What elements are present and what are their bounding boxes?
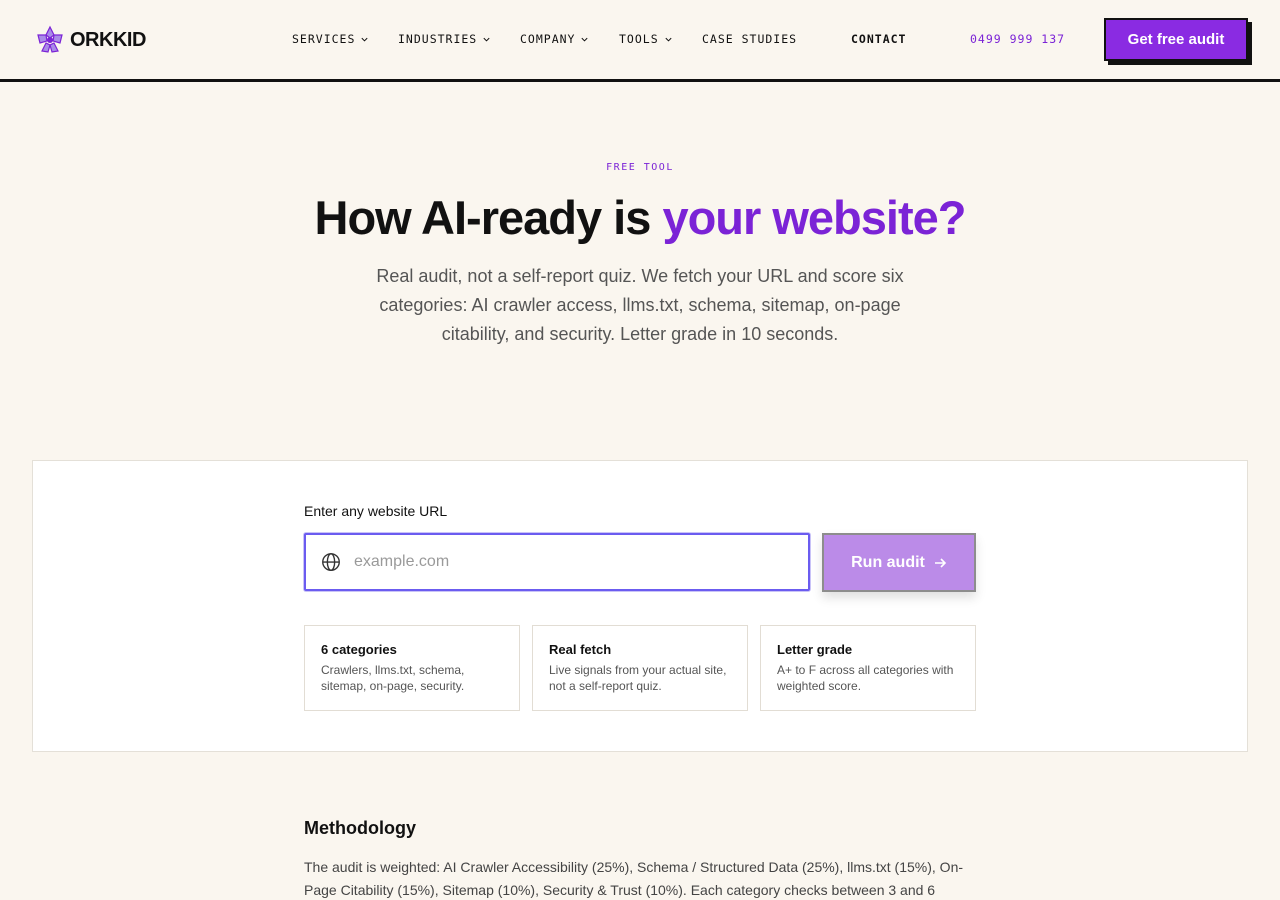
nav-label: INDUSTRIES [398, 32, 478, 46]
globe-icon [322, 553, 340, 571]
url-input-wrapper[interactable] [304, 533, 810, 591]
feature-card: Real fetch Live signals from your actual… [532, 625, 748, 711]
title-accent: your website? [662, 191, 966, 244]
title-plain: How AI-ready is [314, 191, 663, 244]
arrow-right-icon [934, 557, 947, 568]
chevron-down-icon [581, 37, 589, 42]
feature-title: Real fetch [549, 642, 612, 657]
url-input[interactable] [354, 553, 774, 571]
run-audit-button[interactable]: Run audit [822, 533, 976, 592]
methodology-body: The audit is weighted: AI Crawler Access… [304, 859, 964, 898]
nav-label: TOOLS [619, 32, 659, 46]
logo-text: ORKKID [70, 28, 146, 51]
eyebrow-label: FREE TOOL [606, 162, 674, 173]
nav-item-services[interactable]: SERVICES [292, 32, 369, 46]
feature-title: Letter grade [777, 642, 853, 657]
nav-item-company[interactable]: COMPANY [520, 32, 589, 46]
nav-item-case-studies[interactable]: CASE STUDIES [702, 32, 797, 46]
nav-label: CASE STUDIES [702, 32, 798, 46]
methodology-heading: Methodology [304, 818, 416, 838]
get-free-audit-button[interactable]: Get free audit [1104, 18, 1248, 61]
run-audit-label: Run audit [851, 553, 925, 571]
nav-item-tools[interactable]: TOOLS [619, 32, 673, 46]
feature-description: A+ to F across all categories with weigh… [777, 663, 954, 693]
logo-mark-icon [37, 25, 63, 53]
feature-description: Live signals from your actual site, not … [549, 663, 727, 693]
nav-item-industries[interactable]: INDUSTRIES [398, 32, 491, 46]
phone-link[interactable]: 0499 999 137 [970, 32, 1065, 46]
chevron-down-icon [665, 37, 672, 42]
url-field-label: Enter any website URL [304, 503, 448, 519]
logo[interactable]: ORKKID [34, 24, 146, 56]
page-title: How AI-ready is your website? [0, 190, 1280, 245]
feature-card: 6 categories Crawlers, llms.txt, schema,… [304, 625, 520, 711]
chevron-down-icon [483, 37, 490, 42]
nav-label: CONTACT [851, 32, 907, 46]
feature-description: Crawlers, llms.txt, schema, sitemap, on-… [321, 663, 465, 693]
nav-item-contact[interactable]: CONTACT [851, 32, 906, 46]
nav-label: SERVICES [292, 32, 356, 46]
chevron-down-icon [361, 37, 368, 42]
feature-title: 6 categories [321, 642, 397, 657]
hero-description: Real audit, not a self-report quiz. We f… [376, 266, 904, 344]
site-header: ORKKID SERVICES INDUSTRIES COMPANY TOOLS… [0, 0, 1280, 82]
feature-card: Letter grade A+ to F across all categori… [760, 625, 976, 711]
nav-label: COMPANY [520, 32, 576, 46]
